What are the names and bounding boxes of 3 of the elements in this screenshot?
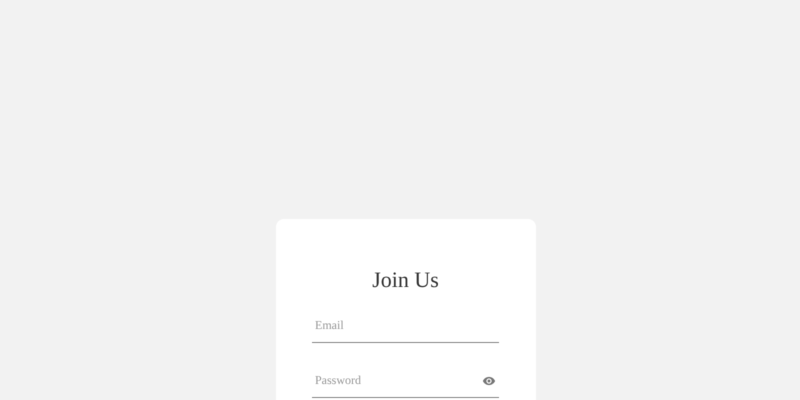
form-title: Join Us [371,267,440,293]
email-field[interactable]: Email [312,309,499,343]
eye-icon[interactable] [482,374,496,388]
